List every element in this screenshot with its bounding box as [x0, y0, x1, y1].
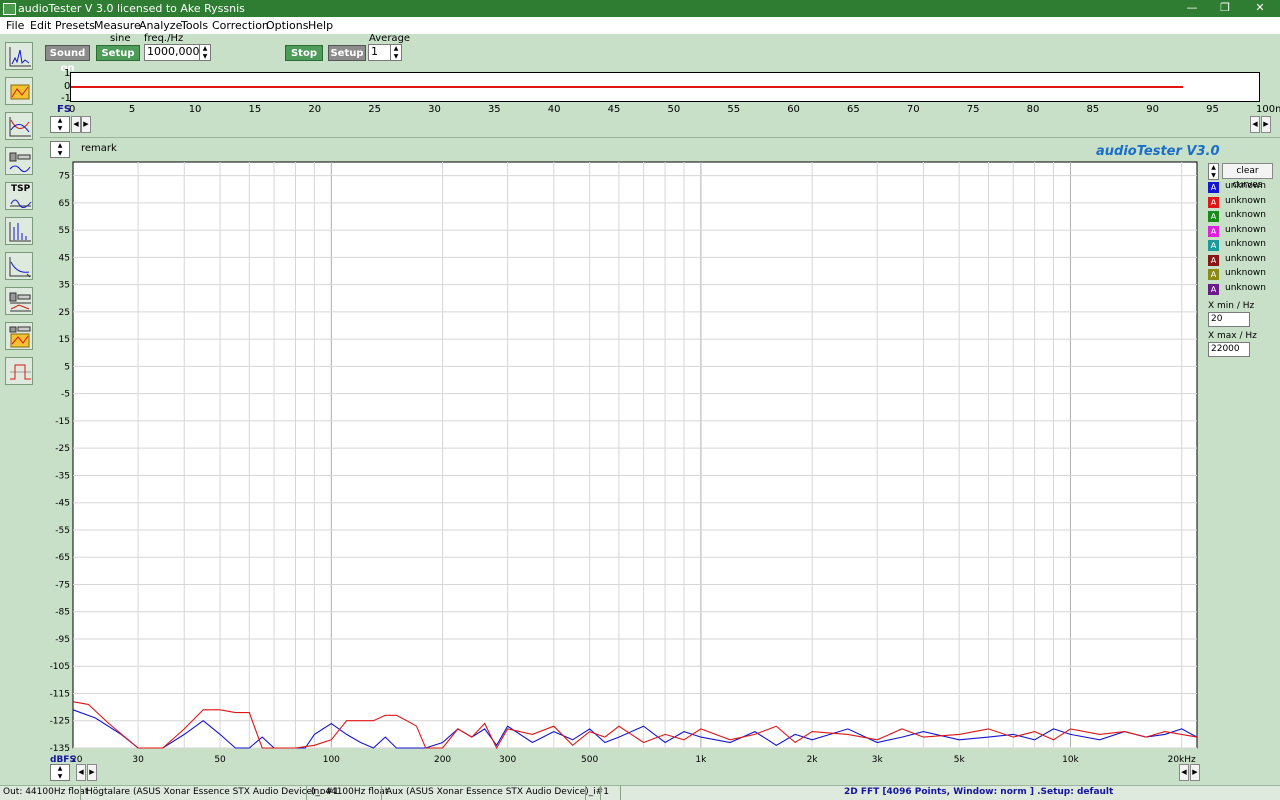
status-bar: Out: 44100Hz float Högtalare (ASUS Xonar…	[0, 785, 1280, 800]
x-tick-label: 100	[323, 755, 340, 765]
y-tick-label: -115	[50, 689, 70, 699]
curve-color-swatch[interactable]: A	[1208, 211, 1219, 222]
x-tick-label: 200	[434, 755, 451, 765]
plot-area	[72, 161, 1198, 749]
y-tick-label: -125	[50, 717, 70, 727]
curve-name: unknown	[1225, 239, 1266, 249]
y-tick-label: -45	[55, 499, 70, 509]
curve-legend-item[interactable]: Aunknown	[1208, 268, 1278, 282]
x-tick-label: 30	[132, 755, 144, 765]
status-separator	[80, 786, 81, 800]
xmax-label: X max / Hz	[1208, 331, 1257, 341]
scroll-left-icon[interactable]: ◀	[76, 764, 86, 781]
xmin-input[interactable]: 20	[1208, 312, 1250, 327]
x-tick-label: 3k	[872, 755, 884, 765]
curve-legend-item[interactable]: Aunknown	[1208, 282, 1278, 297]
y-tick-label: 45	[59, 253, 70, 263]
y-tick-label: -5	[61, 390, 70, 400]
curve-legend: Aunknown Aunknown Aunknown Aunknown Aunknown…	[1208, 181, 1278, 302]
y-tick-label: -95	[55, 635, 70, 645]
y-tick-label: 75	[59, 172, 70, 182]
curve-name: unknown	[1225, 253, 1266, 264]
xmax-input[interactable]: 22000	[1208, 342, 1250, 357]
y-tick-label: 55	[59, 226, 70, 236]
curve-legend-item[interactable]: Aunknown	[1208, 181, 1278, 195]
clear-curves-button[interactable]: clear curves	[1222, 163, 1273, 190]
x-tick-label: 5k	[954, 755, 966, 765]
y-zoom-spinner[interactable]: ▲ ▼	[50, 764, 70, 781]
curve-color-swatch[interactable]: A	[1208, 225, 1219, 237]
y-tick-label: 5	[64, 362, 70, 372]
scroll-right-icon[interactable]: ▶	[1190, 764, 1200, 781]
curve-name: unknown	[1225, 210, 1266, 220]
curve-name: unknown	[1225, 224, 1266, 235]
x-tick-label: 500	[581, 755, 598, 765]
xmin-label: X min / Hz	[1208, 301, 1255, 311]
spin-up-icon[interactable]: ▲	[51, 765, 69, 773]
spin-up-icon[interactable]: ▲	[1209, 164, 1218, 172]
curve-name: unknown	[1225, 268, 1266, 278]
spin-down-icon[interactable]: ▼	[51, 773, 69, 781]
y-tick-label: 25	[59, 308, 70, 318]
curve-color-swatch[interactable]: A	[1208, 196, 1219, 208]
y-tick-label: 15	[59, 335, 70, 345]
y-tick-label: -75	[55, 580, 70, 590]
curve-legend-item[interactable]: Aunknown	[1208, 239, 1278, 253]
curve-color-swatch[interactable]: A	[1208, 240, 1219, 251]
y-tick-label: -25	[55, 444, 70, 454]
status-separator	[600, 786, 601, 800]
status-out: Out: 44100Hz float	[3, 787, 89, 797]
curve-name: unknown	[1225, 282, 1266, 293]
y-tick-label: -135	[50, 744, 70, 754]
status-separator	[620, 786, 621, 800]
x-tick-label: 300	[499, 755, 516, 765]
scroll-right-icon[interactable]: ▶	[87, 764, 97, 781]
curve-legend-item[interactable]: Aunknown	[1208, 253, 1278, 268]
scroll-left-icon[interactable]: ◀	[1179, 764, 1189, 781]
y-tick-label: -65	[55, 553, 70, 563]
curve-legend-item[interactable]: Aunknown	[1208, 224, 1278, 239]
curve-color-swatch[interactable]: A	[1208, 182, 1219, 193]
y-tick-label: -85	[55, 608, 70, 618]
x-tick-label: 1k	[695, 755, 707, 765]
status-in: In: 44100Hz float	[311, 787, 389, 797]
curve-legend-item[interactable]: Aunknown	[1208, 195, 1278, 210]
x-tick-label: 10k	[1062, 755, 1079, 765]
y-tick-label: -35	[55, 471, 70, 481]
spin-down-icon[interactable]: ▼	[1209, 172, 1218, 180]
x-tick-labels: 20 30 50 100 200 300 500 1k 2k 3k 5k 10k 20kHz	[71, 755, 1196, 765]
curve-name: unknown	[1225, 181, 1266, 191]
y-tick-label: -15	[55, 417, 70, 427]
curves-spinner[interactable]: ▲ ▼	[1208, 163, 1219, 180]
fft-chart[interactable]: 75 65 55 45 35 25 15 5 -5 -15 -25 -35 -45 -55 -65 -75 -8…	[0, 0, 1280, 800]
x-tick-label: 2k	[807, 755, 819, 765]
curve-legend-item[interactable]: Aunknown	[1208, 210, 1278, 224]
y-tick-label: 35	[59, 281, 70, 291]
y-tick-label: -105	[50, 662, 70, 672]
status-separator	[381, 786, 382, 800]
curve-color-swatch[interactable]: A	[1208, 269, 1219, 280]
curve-color-swatch[interactable]: A	[1208, 283, 1219, 295]
status-separator	[306, 786, 307, 800]
status-out-device: Högtalare (ASUS Xonar Essence STX Audio …	[86, 787, 339, 797]
status-separator	[585, 786, 586, 800]
y-tick-labels: 75 65 55 45 35 25 15 5 -5 -15 -25 -35 -45 -55 -65 -75 -8…	[50, 172, 70, 754]
curve-color-swatch[interactable]: A	[1208, 254, 1219, 266]
x-tick-label: 50	[214, 755, 226, 765]
y-tick-label: 65	[59, 199, 70, 209]
curve-name: unknown	[1225, 195, 1266, 206]
y-tick-label: -55	[55, 526, 70, 536]
status-in-device: Aux (ASUS Xonar Essence STX Audio Device…	[386, 787, 609, 797]
status-mode: 2D FFT [4096 Points, Window: norm ] .Set…	[844, 787, 1114, 797]
